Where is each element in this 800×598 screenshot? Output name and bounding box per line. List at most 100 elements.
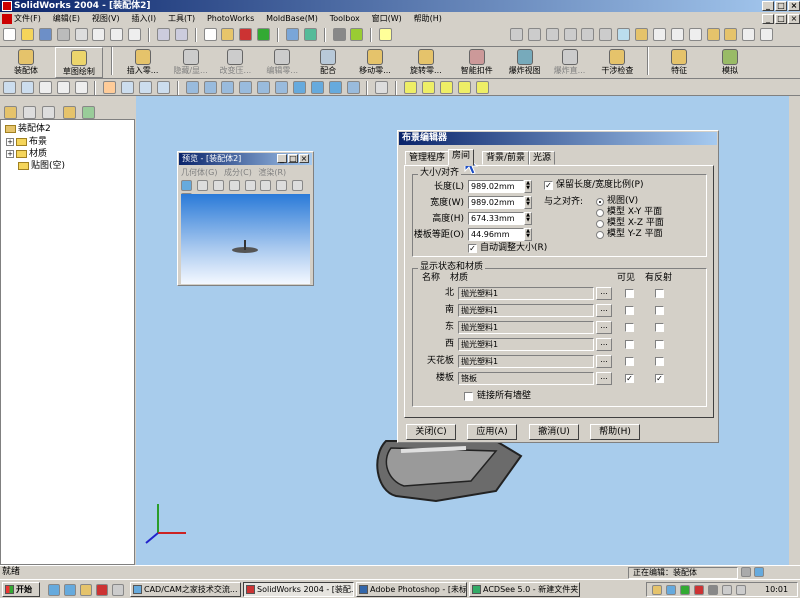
link-views-icon[interactable] bbox=[375, 81, 389, 94]
preview-canvas[interactable] bbox=[181, 194, 310, 284]
undo-button[interactable]: 撤消(U) bbox=[529, 424, 579, 440]
hidden-lines-removed-icon[interactable] bbox=[688, 28, 702, 41]
print-icon[interactable] bbox=[56, 28, 70, 41]
material-field[interactable]: 抛光塑料1 bbox=[458, 338, 594, 351]
zoom-fit-icon[interactable] bbox=[509, 28, 523, 41]
tray-icon-1[interactable] bbox=[652, 585, 662, 595]
help-icon[interactable] bbox=[379, 28, 393, 41]
clock[interactable]: 10:01 bbox=[765, 584, 788, 595]
new-file-icon[interactable] bbox=[3, 28, 16, 41]
preview-maximize-button[interactable]: □ bbox=[288, 154, 298, 163]
zoom-selection-icon[interactable] bbox=[563, 28, 577, 41]
preview-zoom-area-icon[interactable] bbox=[244, 180, 256, 191]
length-spinner[interactable]: ▲ ▼ bbox=[524, 180, 532, 193]
sketch-box2-icon[interactable] bbox=[20, 81, 34, 94]
mass-properties-icon[interactable] bbox=[350, 28, 364, 41]
mate-button[interactable]: 配合 bbox=[310, 47, 346, 76]
shaded-edges-icon[interactable] bbox=[706, 28, 720, 41]
view-dimetric-icon[interactable] bbox=[328, 81, 342, 94]
browse-material-button[interactable]: ... bbox=[596, 304, 612, 317]
traffic-light-icon[interactable] bbox=[257, 28, 271, 41]
tray-icon-5[interactable] bbox=[708, 585, 718, 595]
wireframe-icon[interactable] bbox=[652, 28, 666, 41]
save-icon[interactable] bbox=[38, 28, 52, 41]
menu-window[interactable]: 窗口(W) bbox=[372, 12, 402, 26]
expand-icon[interactable]: + bbox=[6, 149, 14, 158]
copy-icon[interactable] bbox=[110, 28, 124, 41]
sketch-tab[interactable]: 草图绘制 bbox=[54, 47, 103, 78]
material-field[interactable]: 抛光塑料1 bbox=[458, 287, 594, 300]
align-radio-xy[interactable] bbox=[596, 209, 604, 217]
start-button[interactable]: 开始 bbox=[2, 582, 40, 597]
preview-zoom-fit-icon[interactable] bbox=[196, 180, 208, 191]
menu-edit[interactable]: 编辑(E) bbox=[53, 12, 80, 26]
menu-toolbox[interactable]: Toolbox bbox=[330, 12, 360, 26]
height-spinner[interactable]: ▲ ▼ bbox=[524, 212, 532, 225]
material-field[interactable]: 抛光塑料1 bbox=[458, 321, 594, 334]
visible-checkbox[interactable] bbox=[625, 357, 634, 366]
insert-component-button[interactable]: 插入零... bbox=[121, 47, 165, 76]
cut-icon[interactable] bbox=[92, 28, 106, 41]
configurationmanager-tab-icon[interactable] bbox=[42, 106, 55, 119]
part-icon[interactable] bbox=[103, 81, 117, 94]
task-cadcam[interactable]: CAD/CAM之家技术交流... bbox=[130, 582, 241, 597]
zoom-area-icon[interactable] bbox=[527, 28, 541, 41]
visible-checkbox[interactable]: ✓ bbox=[625, 374, 634, 383]
tab-room[interactable]: 房间 bbox=[448, 149, 475, 166]
rotate-view-icon[interactable] bbox=[581, 28, 595, 41]
rebuild-icon[interactable] bbox=[239, 28, 253, 41]
edit-component-button[interactable]: 编辑零... bbox=[261, 47, 303, 76]
document-icon[interactable] bbox=[2, 14, 12, 24]
browse-material-button[interactable]: ... bbox=[596, 355, 612, 368]
viewport-split-bar[interactable] bbox=[789, 96, 800, 565]
dialog-title-bar[interactable]: 布景编辑器 bbox=[399, 132, 717, 145]
simulation-button[interactable]: 模拟 bbox=[708, 47, 752, 76]
keep-ratio-checkbox[interactable]: ✓ bbox=[544, 181, 553, 190]
open-file-icon[interactable] bbox=[20, 28, 34, 41]
preview-render-icon[interactable] bbox=[181, 180, 192, 191]
preview-zoom-out-icon[interactable] bbox=[228, 180, 240, 191]
select-icon[interactable] bbox=[203, 28, 217, 41]
view-trimetric-icon[interactable] bbox=[310, 81, 324, 94]
browse-material-button[interactable]: ... bbox=[596, 321, 612, 334]
options-icon[interactable] bbox=[303, 28, 317, 41]
task-acdsee[interactable]: ACDSee 5.0 - 新建文件夹 bbox=[469, 582, 580, 597]
rotate-component-button[interactable]: 旋转零... bbox=[404, 47, 448, 76]
tree-item-materials[interactable]: + 材质 bbox=[6, 149, 47, 160]
reflective-checkbox[interactable] bbox=[655, 357, 664, 366]
reflective-checkbox[interactable] bbox=[655, 323, 664, 332]
visible-checkbox[interactable] bbox=[625, 323, 634, 332]
view-back-icon[interactable] bbox=[203, 81, 217, 94]
interference-check-button[interactable]: 干涉检查 bbox=[595, 47, 639, 76]
floor-offset-spinner[interactable]: ▲ ▼ bbox=[524, 228, 532, 241]
align-option-yz[interactable]: 模型 Y-Z 平面 bbox=[607, 229, 663, 240]
align-option-xy[interactable]: 模型 X-Y 平面 bbox=[607, 207, 662, 218]
sketch-box-icon[interactable] bbox=[3, 81, 16, 94]
propertymanager-tab-icon[interactable] bbox=[23, 106, 36, 119]
folder-quicklaunch-icon[interactable] bbox=[80, 584, 92, 596]
quick-tips-icon[interactable] bbox=[741, 567, 751, 577]
tray-icon-4[interactable] bbox=[694, 585, 704, 595]
sketch-trim-icon[interactable] bbox=[74, 81, 88, 94]
hidden-lines-visible-icon[interactable] bbox=[670, 28, 684, 41]
link-walls-checkbox[interactable] bbox=[464, 392, 473, 401]
doc-close-button[interactable]: × bbox=[788, 14, 800, 24]
view-bottom-icon[interactable] bbox=[275, 81, 288, 94]
redo-icon[interactable] bbox=[174, 28, 188, 41]
width-field[interactable]: 989.02mm bbox=[468, 196, 524, 209]
pan-icon[interactable] bbox=[599, 28, 613, 41]
points-icon[interactable] bbox=[457, 81, 471, 94]
tree-root[interactable]: 装配体2 bbox=[5, 124, 51, 135]
align-radio-view[interactable] bbox=[596, 198, 604, 206]
auto-resize-checkbox[interactable]: ✓ bbox=[468, 244, 477, 253]
tab-manager[interactable]: 管理程序 bbox=[405, 151, 450, 165]
view-top-icon[interactable] bbox=[257, 81, 271, 94]
preview-update-icon[interactable] bbox=[292, 180, 304, 191]
print-preview-icon[interactable] bbox=[74, 28, 88, 41]
sketch-fix-icon[interactable] bbox=[56, 81, 70, 94]
sketch-relations-icon[interactable] bbox=[38, 81, 52, 94]
help-button[interactable]: 帮助(H) bbox=[590, 424, 640, 440]
media-quicklaunch-icon[interactable] bbox=[112, 584, 124, 596]
menu-photoworks[interactable]: PhotoWorks bbox=[207, 12, 254, 26]
view-front-icon[interactable] bbox=[185, 81, 199, 94]
